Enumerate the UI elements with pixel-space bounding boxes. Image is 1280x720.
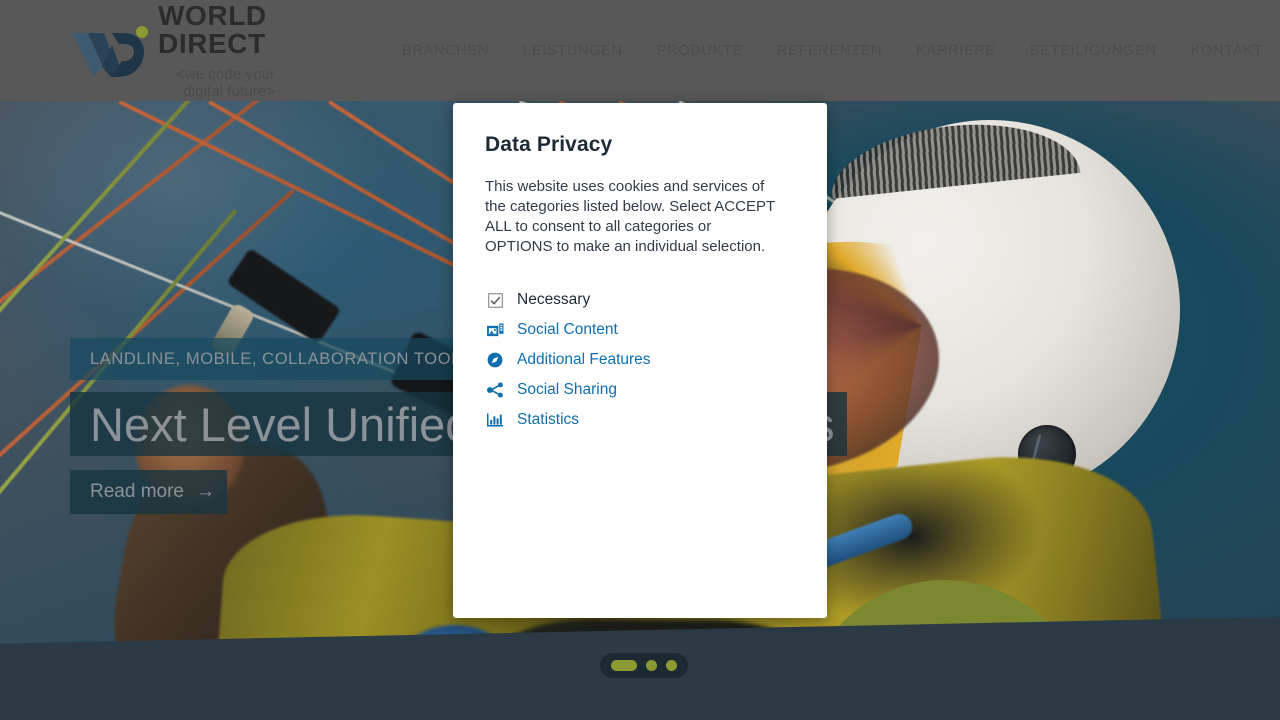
bar-chart-icon[interactable] [485, 410, 505, 430]
cookie-category-label: Social Sharing [517, 381, 617, 399]
cookie-category-social-sharing[interactable]: Social Sharing [485, 375, 795, 405]
cookie-category-label: Necessary [517, 291, 591, 309]
dialog-title: Data Privacy [485, 133, 613, 156]
cookie-category-additional-features[interactable]: Additional Features [485, 345, 795, 375]
nav-item-produkte[interactable]: PRODUKTE [640, 43, 760, 59]
cookie-category-statistics[interactable]: Statistics [485, 405, 795, 435]
nav-item-branchen[interactable]: BRANCHEN [385, 43, 506, 59]
hero-kicker-text: LANDLINE, MOBILE, COLLABORATION TOOLS [90, 349, 473, 368]
brand-name: WORLD DIRECT [158, 0, 267, 59]
carousel-dot-3[interactable] [666, 660, 677, 671]
brand-logo[interactable]: WORLD DIRECT <we code your digital futur… [72, 0, 276, 100]
data-privacy-dialog: Data Privacy This website uses cookies a… [453, 103, 827, 618]
cookie-category-label: Social Content [517, 321, 618, 339]
main-navigation: BRANCHEN LEISTUNGEN PRODUKTE REFERENZEN … [385, 43, 1280, 59]
page-root: #YOUR DIGITAL LANDLINE, MOBILE, COLLABOR… [0, 0, 1280, 720]
nav-item-karriere[interactable]: KARRIERE [899, 43, 1013, 59]
nav-item-kontakt[interactable]: KONTAKT [1174, 43, 1280, 59]
carousel-indicator[interactable] [600, 653, 688, 678]
checkbox-checked-icon[interactable] [485, 290, 505, 310]
wd-logo-icon [72, 25, 150, 77]
nav-item-leistungen[interactable]: LEISTUNGEN [506, 43, 640, 59]
dialog-description: This website uses cookies and services o… [485, 178, 775, 256]
arrow-right-icon: → [196, 481, 215, 502]
share-nodes-icon[interactable] [485, 380, 505, 400]
site-header: WORLD DIRECT <we code your digital futur… [0, 0, 1280, 101]
nav-item-beteiligungen[interactable]: BETEILIGUNGEN [1013, 43, 1174, 59]
carousel-dot-2[interactable] [646, 660, 657, 671]
hero-read-more-label: Read more [90, 481, 184, 502]
carousel-dot-1[interactable] [611, 660, 637, 671]
cookie-category-label: Statistics [517, 411, 580, 429]
compass-icon[interactable] [485, 350, 505, 370]
nav-item-referenzen[interactable]: REFERENZEN [760, 43, 899, 59]
brand-text: WORLD DIRECT <we code your digital futur… [158, 0, 276, 100]
social-content-icon[interactable] [485, 320, 505, 340]
cookie-category-list: Necessary Social Content Additional Feat… [485, 285, 795, 435]
brand-tagline: <we code your digital future> [175, 65, 276, 100]
cookie-category-label: Additional Features [517, 351, 651, 369]
cookie-category-necessary[interactable]: Necessary [485, 285, 795, 315]
hero-read-more-button[interactable]: Read more → [70, 470, 227, 514]
cookie-category-social-content[interactable]: Social Content [485, 315, 795, 345]
